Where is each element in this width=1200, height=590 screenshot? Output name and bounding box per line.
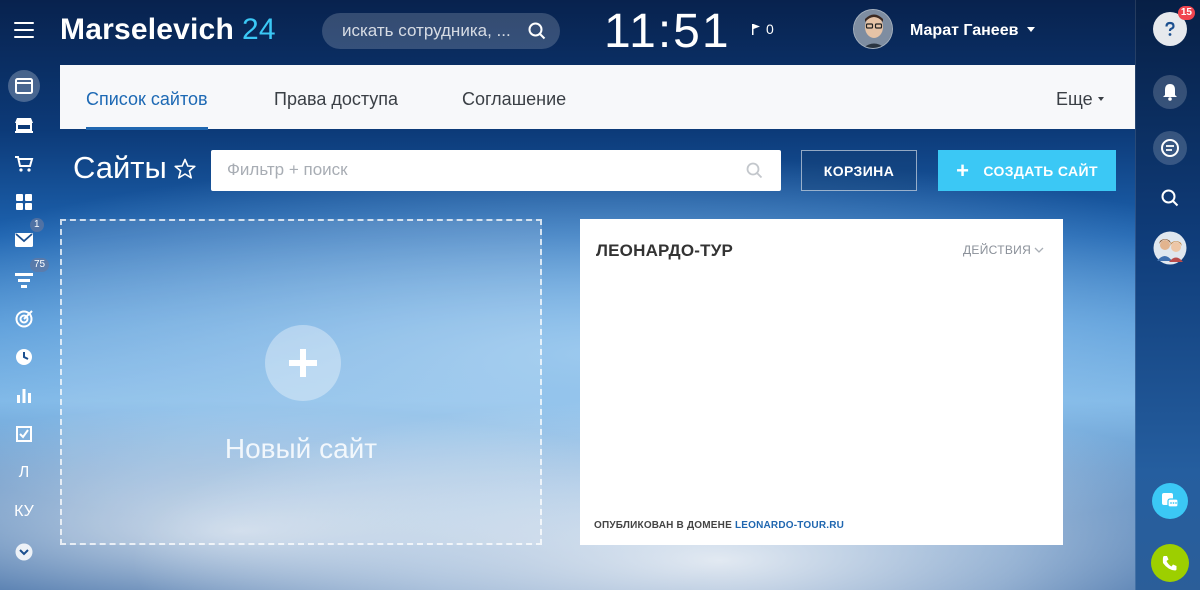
- create-site-button[interactable]: + СОЗДАТЬ САЙТ: [938, 150, 1116, 191]
- search-icon[interactable]: [528, 22, 546, 45]
- left-sidebar: 1 75 Л КУ: [0, 64, 50, 590]
- avatar-group-icon: [1153, 231, 1187, 265]
- search-button[interactable]: [1153, 181, 1187, 215]
- logo-text: Marselevich: [60, 13, 234, 46]
- top-header: Marselevich24 11:51 0 Марат Ганеев: [0, 0, 1135, 64]
- search-icon: [1161, 189, 1179, 207]
- bell-icon: [1163, 84, 1177, 101]
- tabs-bar: Список сайтов Права доступа Соглашение Е…: [60, 65, 1135, 130]
- checkbox-icon: [16, 426, 32, 442]
- more-label: Еще: [1056, 89, 1093, 109]
- trash-button[interactable]: КОРЗИНА: [801, 150, 917, 191]
- sidebar-item-more[interactable]: [8, 536, 40, 568]
- grid-icon: [16, 194, 32, 210]
- plus-icon[interactable]: [265, 325, 341, 401]
- help-button[interactable]: 15: [1153, 6, 1195, 46]
- chat-icon: [1161, 139, 1179, 157]
- mail-badge: 1: [30, 218, 44, 232]
- question-icon: [1165, 21, 1175, 36]
- sidebar-item-shop[interactable]: [8, 148, 40, 180]
- search-input[interactable]: [342, 21, 517, 41]
- sidebar-item-apps[interactable]: [8, 186, 40, 218]
- filter-icon: [15, 273, 33, 288]
- messenger-button[interactable]: [1153, 131, 1187, 165]
- sidebar-item-mail[interactable]: 1: [8, 218, 44, 256]
- tab-sites-list[interactable]: Список сайтов: [86, 89, 208, 130]
- search-icon[interactable]: [746, 162, 763, 184]
- site-name[interactable]: ЛЕОНАРДО-ТУР: [596, 241, 733, 261]
- clock-icon: [16, 349, 32, 365]
- filter-input[interactable]: [227, 160, 727, 180]
- chat-bubble-icon: [1162, 493, 1179, 508]
- sidebar-item-label: КУ: [14, 503, 34, 520]
- call-button[interactable]: [1151, 544, 1189, 582]
- cart-icon: [15, 156, 34, 172]
- plus-icon: +: [956, 157, 970, 183]
- tab-agreement[interactable]: Соглашение: [462, 89, 566, 110]
- sidebar-item-store[interactable]: [8, 109, 40, 141]
- menu-icon[interactable]: [14, 22, 34, 38]
- browser-icon: [15, 78, 33, 94]
- right-sidebar: 15: [1135, 0, 1200, 590]
- contacts-avatar[interactable]: [1153, 231, 1187, 265]
- sidebar-item-ku[interactable]: КУ: [8, 496, 40, 528]
- site-actions-menu[interactable]: ДЕЙСТВИЯ: [963, 243, 1044, 257]
- sidebar-item-l[interactable]: Л: [8, 457, 40, 489]
- logo-number: 24: [241, 13, 276, 46]
- page-title: Сайты: [73, 150, 167, 185]
- flag-count: 0: [766, 21, 774, 37]
- tab-access-rights[interactable]: Права доступа: [274, 89, 398, 110]
- store-icon: [15, 118, 33, 133]
- flag-icon: [752, 24, 760, 35]
- new-site-card[interactable]: Новый сайт: [60, 219, 542, 545]
- sidebar-item-reports[interactable]: [8, 379, 40, 411]
- new-site-label: Новый сайт: [224, 433, 378, 464]
- mail-icon: [15, 233, 33, 247]
- site-domain-link[interactable]: LEONARDO-TOUR.RU: [735, 520, 844, 531]
- site-actions-label: ДЕЙСТВИЯ: [963, 243, 1032, 257]
- star-icon[interactable]: [174, 158, 196, 185]
- site-published-info: ОПУБЛИКОВАН В ДОМЕНЕ LEONARDO-TOUR.RU: [594, 520, 844, 531]
- user-name: Марат Ганеев: [910, 22, 1019, 39]
- sidebar-item-time[interactable]: [8, 341, 40, 373]
- sidebar-item-crm[interactable]: 75: [8, 258, 50, 296]
- notifications-button[interactable]: [1153, 75, 1187, 109]
- chevron-down-icon: [1034, 247, 1044, 253]
- logo[interactable]: Marselevich 24: [60, 13, 276, 47]
- sidebar-item-sites[interactable]: [8, 70, 40, 102]
- sidebar-item-label: Л: [18, 464, 30, 481]
- chevron-down-icon[interactable]: [1027, 27, 1035, 32]
- employee-search[interactable]: [322, 13, 560, 49]
- work-day-flag[interactable]: 0: [752, 21, 774, 37]
- clock[interactable]: 11:51: [604, 4, 731, 59]
- more-menu[interactable]: Еще: [1056, 89, 1104, 110]
- sidebar-item-goals[interactable]: [8, 303, 40, 335]
- crm-badge: 75: [30, 258, 50, 272]
- published-prefix: ОПУБЛИКОВАН В ДОМЕНЕ: [594, 520, 732, 531]
- site-card[interactable]: ЛЕОНАРДО-ТУР ДЕЙСТВИЯ ОПУБЛИКОВАН В ДОМЕ…: [580, 219, 1063, 545]
- chart-icon: [17, 389, 31, 403]
- chevron-down-icon: [15, 543, 33, 561]
- avatar[interactable]: [853, 9, 893, 49]
- filter-search[interactable]: [211, 150, 781, 191]
- open-lines-button[interactable]: [1152, 483, 1188, 519]
- help-badge: 15: [1177, 6, 1195, 20]
- sidebar-item-tasks[interactable]: [8, 418, 40, 450]
- target-icon: [15, 310, 33, 328]
- create-site-label: СОЗДАТЬ САЙТ: [983, 162, 1098, 179]
- chevron-down-icon: [1097, 97, 1104, 101]
- phone-icon: [1162, 556, 1177, 571]
